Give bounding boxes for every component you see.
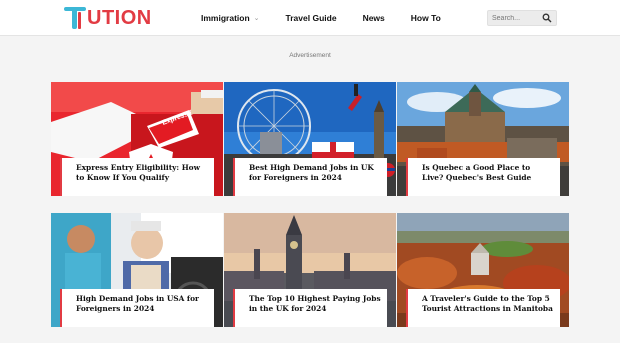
chevron-down-icon: ⌄ bbox=[253, 15, 260, 22]
article-title[interactable]: Is Quebec a Good Place to Live? Quebec's… bbox=[406, 158, 560, 196]
search-input[interactable] bbox=[492, 12, 542, 24]
nav-item-label: Travel Guide bbox=[285, 13, 337, 23]
article-card[interactable]: Is Quebec a Good Place to Live? Quebec's… bbox=[397, 82, 569, 196]
site-header: UTION Immigration ⌄ Travel Guide News Ho… bbox=[0, 0, 620, 36]
nav-item-label: News bbox=[362, 13, 385, 23]
nav-item-immigration[interactable]: Immigration ⌄ bbox=[201, 13, 260, 23]
article-title[interactable]: A Traveler's Guide to the Top 5 Tourist … bbox=[406, 289, 560, 327]
article-card[interactable]: Best High Demand Jobs in UK for Foreigne… bbox=[224, 82, 396, 196]
article-card[interactable]: The Top 10 Highest Paying Jobs in the UK… bbox=[224, 213, 396, 327]
search-icon[interactable] bbox=[542, 13, 552, 23]
article-title[interactable]: The Top 10 Highest Paying Jobs in the UK… bbox=[233, 289, 387, 327]
nav-item-news[interactable]: News bbox=[363, 13, 385, 23]
article-card[interactable]: Express Entry Express Entry Eligibility:… bbox=[51, 82, 223, 196]
logo-text: UTION bbox=[87, 7, 152, 29]
nav-item-travel-guide[interactable]: Travel Guide bbox=[286, 13, 337, 23]
search-box bbox=[487, 10, 557, 26]
article-title[interactable]: Best High Demand Jobs in UK for Foreigne… bbox=[233, 158, 387, 196]
advertisement-label: Advertisement bbox=[289, 52, 331, 59]
article-card[interactable]: A Traveler's Guide to the Top 5 Tourist … bbox=[397, 213, 569, 327]
article-card[interactable]: High Demand Jobs in USA for Foreigners i… bbox=[51, 213, 223, 327]
nav-item-label: Immigration bbox=[201, 13, 250, 23]
nav-item-how-to[interactable]: How To bbox=[411, 13, 441, 23]
article-title[interactable]: High Demand Jobs in USA for Foreigners i… bbox=[60, 289, 214, 327]
main-nav: Immigration ⌄ Travel Guide News How To bbox=[201, 0, 467, 36]
logo-t-mark bbox=[64, 6, 86, 30]
site-logo[interactable]: UTION bbox=[64, 5, 152, 31]
nav-item-label: How To bbox=[410, 13, 441, 23]
article-title[interactable]: Express Entry Eligibility: How to Know I… bbox=[60, 158, 214, 196]
